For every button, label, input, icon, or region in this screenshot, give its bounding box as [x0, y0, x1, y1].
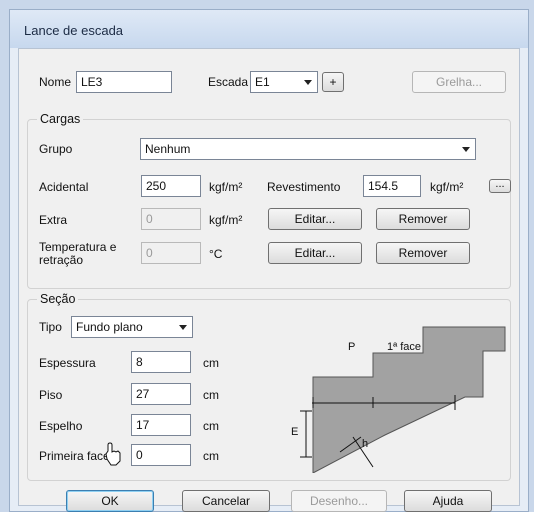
escada-select[interactable]: E1 [250, 71, 318, 93]
espelho-unit: cm [203, 419, 219, 433]
title-bar[interactable]: Lance de escada [10, 10, 528, 48]
grelha-button[interactable]: Grelha... [412, 71, 506, 93]
chevron-down-icon [462, 147, 470, 152]
ok-button[interactable]: OK [66, 490, 154, 512]
escada-label: Escada [208, 75, 249, 89]
temperatura-label-line1: Temperatura e [39, 240, 117, 254]
acidental-unit: kgf/m² [209, 180, 243, 194]
diagram-face-label: 1ª face [387, 341, 422, 353]
piso-input[interactable]: 27 [131, 383, 191, 405]
temperatura-label: Temperatura e retração [39, 241, 116, 267]
primeira-face-input[interactable]: 0 [131, 444, 191, 466]
remover-extra-button[interactable]: Remover [376, 208, 470, 230]
espelho-label: Espelho [39, 419, 83, 433]
chevron-down-icon [179, 325, 187, 330]
piso-label: Piso [39, 388, 63, 402]
secao-group-title: Seção [37, 292, 79, 306]
revestimento-more-button[interactable]: ... [489, 179, 511, 193]
cancelar-button[interactable]: Cancelar [182, 490, 270, 512]
desenho-button[interactable]: Desenho... [291, 490, 387, 512]
escada-select-value: E1 [255, 75, 270, 89]
tipo-select[interactable]: Fundo plano [71, 316, 193, 338]
stair-section-diagram [300, 326, 506, 473]
chevron-down-icon [304, 80, 312, 85]
nome-label: Nome [39, 75, 72, 89]
grupo-label: Grupo [39, 142, 73, 156]
diagram-e-label: E [291, 426, 299, 438]
revestimento-label: Revestimento [267, 180, 341, 194]
editar-temperatura-button[interactable]: Editar... [268, 242, 362, 264]
temperatura-unit: °C [209, 247, 223, 261]
mouse-cursor-icon [105, 442, 121, 466]
grupo-select[interactable]: Nenhum [140, 138, 476, 160]
tipo-label: Tipo [39, 320, 62, 334]
window-title: Lance de escada [24, 23, 124, 38]
primeira-face-unit: cm [203, 449, 219, 463]
espessura-unit: cm [203, 356, 219, 370]
dialog-window: Lance de escada Nome LE3 Escada E1 + Gre… [9, 9, 529, 512]
espessura-label: Espessura [39, 356, 96, 370]
piso-unit: cm [203, 388, 219, 402]
primeira-face-label: Primeira face [39, 449, 110, 463]
nome-input[interactable]: LE3 [76, 71, 172, 93]
acidental-label: Acidental [39, 180, 89, 194]
extra-input[interactable]: 0 [141, 208, 201, 230]
editar-extra-button[interactable]: Editar... [268, 208, 362, 230]
remover-temperatura-button[interactable]: Remover [376, 242, 470, 264]
tipo-select-value: Fundo plano [76, 320, 143, 334]
extra-label: Extra [39, 213, 68, 227]
diagram-h-label: h [362, 438, 369, 450]
espessura-input[interactable]: 8 [131, 351, 191, 373]
revestimento-input[interactable]: 154.5 [363, 175, 421, 197]
add-escada-button[interactable]: + [322, 72, 344, 92]
ajuda-button[interactable]: Ajuda [404, 490, 492, 512]
grupo-select-value: Nenhum [145, 142, 191, 156]
espelho-input[interactable]: 17 [131, 414, 191, 436]
temperatura-label-line2: retração [39, 253, 84, 267]
extra-unit: kgf/m² [209, 213, 243, 227]
dialog-body: Nome LE3 Escada E1 + Grelha... Cargas Gr… [18, 48, 520, 512]
temperatura-input[interactable]: 0 [141, 242, 201, 264]
acidental-input[interactable]: 250 [141, 175, 201, 197]
cargas-group-title: Cargas [37, 112, 84, 126]
revestimento-unit: kgf/m² [430, 180, 464, 194]
diagram-p-label: P [348, 341, 356, 353]
